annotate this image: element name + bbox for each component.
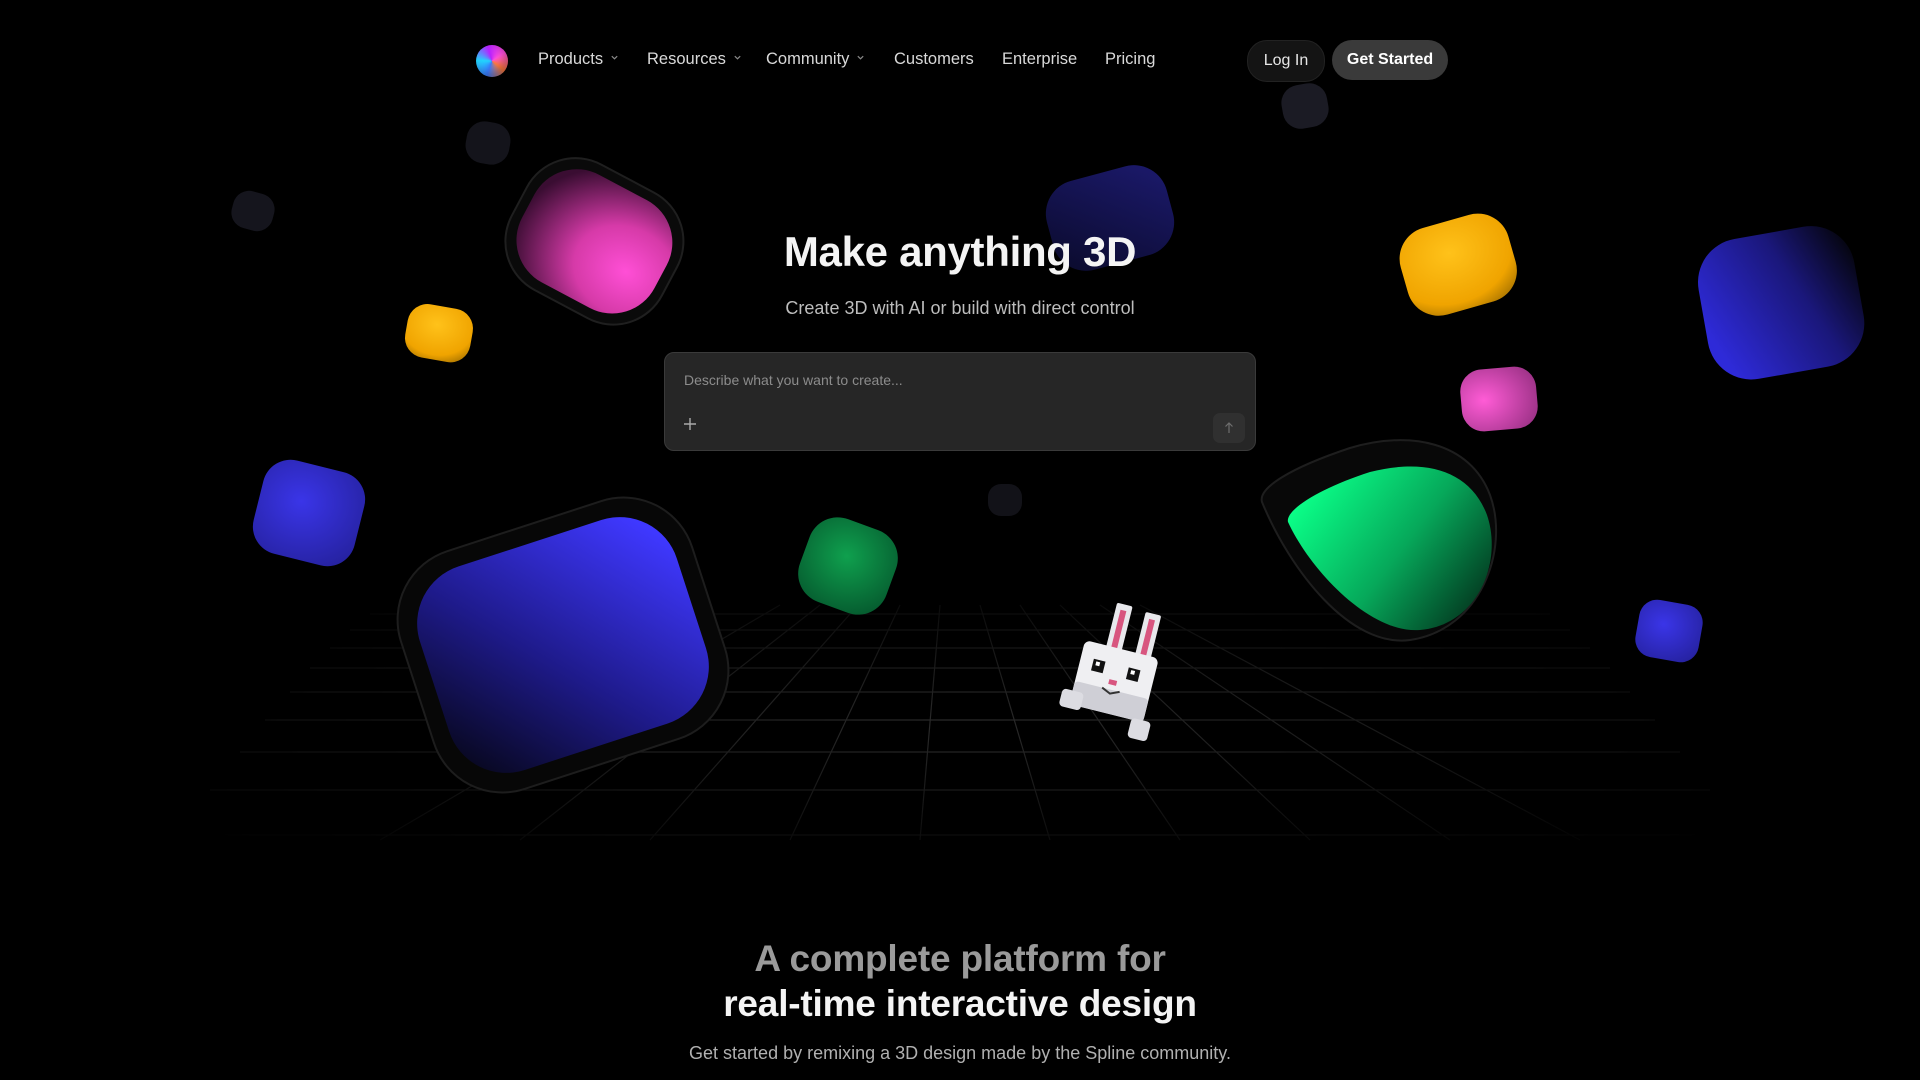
blue-shape-small-right (1635, 599, 1703, 663)
nav-products-label: Products (538, 50, 604, 68)
get-started-button[interactable]: Get Started (1332, 40, 1448, 80)
landing-page: Products Resources Community Customers E… (0, 0, 1920, 1080)
nav-resources-label: Resources (647, 50, 726, 68)
nav-community[interactable]: Community (766, 46, 865, 72)
login-button[interactable]: Log In (1247, 40, 1325, 82)
chevron-down-icon (857, 55, 865, 60)
platform-title-line1: A complete platform for (754, 938, 1166, 979)
nav-customers-label: Customers (894, 50, 974, 68)
plus-icon-glyph (684, 418, 696, 430)
green-shape-large (1260, 439, 1498, 642)
spline-logo[interactable] (476, 45, 508, 77)
nav-community-label: Community (766, 50, 850, 68)
nav-enterprise[interactable]: Enterprise (1002, 46, 1077, 72)
nav-pricing[interactable]: Pricing (1105, 46, 1155, 72)
platform-title-line2: real-time interactive design (723, 983, 1197, 1024)
dark-blob (988, 484, 1022, 516)
chevron-down-icon (734, 55, 741, 60)
plus-icon[interactable] (680, 415, 700, 435)
send-button[interactable] (1213, 413, 1245, 443)
magenta-shape-small (1460, 366, 1538, 432)
nav-customers[interactable]: Customers (894, 46, 974, 72)
chevron-down-icon (611, 55, 618, 60)
blue-shape-large (396, 496, 730, 794)
platform-subtitle: Get started by remixing a 3D design made… (689, 1043, 1231, 1063)
dark-blob (465, 121, 511, 165)
hero-title: Make anything 3D (783, 228, 1137, 275)
nav-products[interactable]: Products (538, 46, 619, 72)
prompt-input[interactable] (682, 366, 1226, 394)
nav-pricing-label: Pricing (1105, 50, 1156, 68)
top-nav: Products Resources Community Customers E… (0, 0, 1920, 118)
arrow-up-icon (1225, 422, 1233, 433)
prompt-box (664, 352, 1256, 451)
nav-enterprise-label: Enterprise (1002, 50, 1078, 68)
green-shape-small (798, 517, 898, 615)
blue-shape-left (252, 459, 366, 567)
nav-resources[interactable]: Resources (647, 46, 742, 72)
hero-subtitle: Create 3D with AI or build with direct c… (785, 298, 1135, 318)
